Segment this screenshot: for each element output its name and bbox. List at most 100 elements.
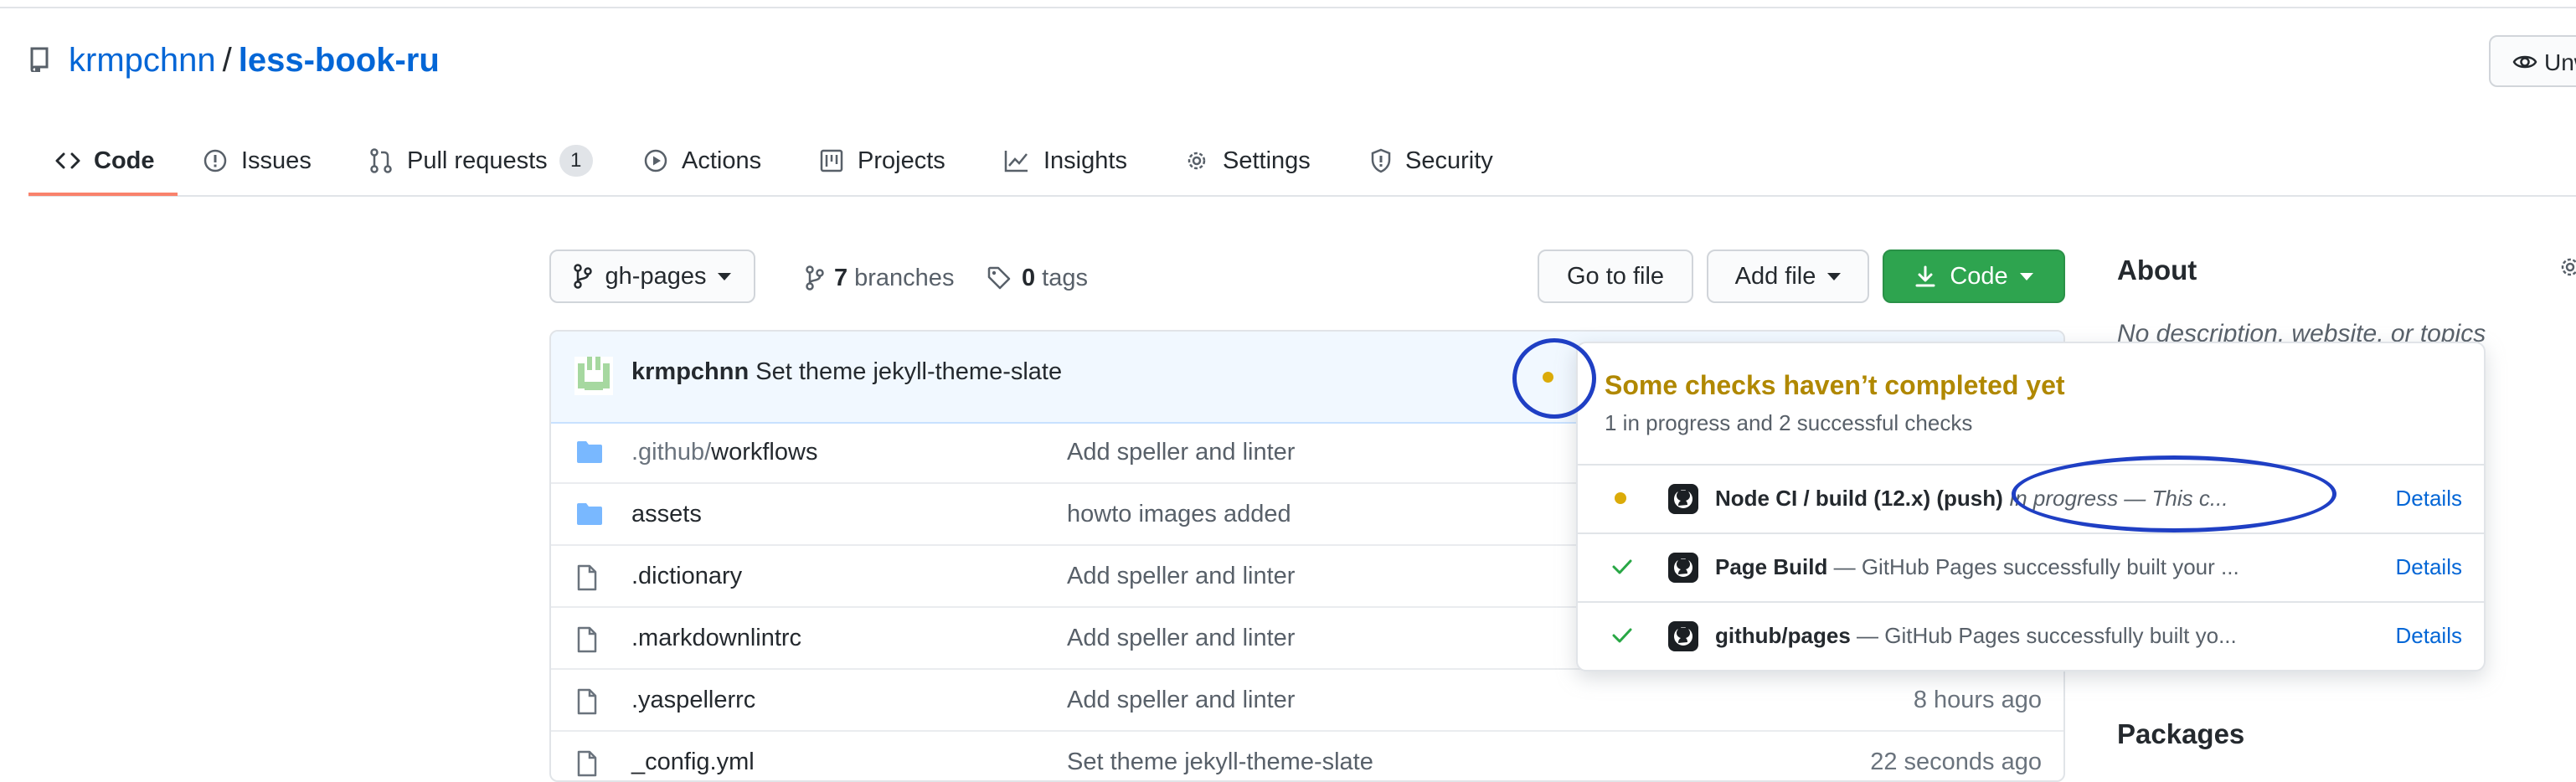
branches-link[interactable]: 7 branches xyxy=(806,251,954,305)
check-separator: — xyxy=(1850,623,1885,648)
repo-title: krmpchnn / less-book-ru xyxy=(69,39,440,82)
file-name: .dictionary xyxy=(631,563,743,589)
add-file-button[interactable]: Add file xyxy=(1707,250,1869,303)
repo-owner-link[interactable]: krmpchnn xyxy=(69,42,216,79)
git-branch-icon xyxy=(806,265,824,291)
file-name-link[interactable]: .github/workflows xyxy=(631,439,817,466)
branches-label: branches xyxy=(854,264,955,291)
folder-icon xyxy=(576,440,603,464)
file-name: workflows xyxy=(711,439,818,466)
eye-icon xyxy=(2512,52,2537,72)
file-icon xyxy=(576,750,598,777)
commit-author[interactable]: krmpchnn xyxy=(631,358,749,385)
header-top-border xyxy=(0,7,2576,8)
file-commit-message[interactable]: Set theme jekyll-theme-slate xyxy=(1067,749,1373,776)
download-icon xyxy=(1914,265,1936,288)
pull-requests-count: 1 xyxy=(559,145,593,177)
tab-label: Code xyxy=(94,147,155,174)
file-name-link[interactable]: _config.yml xyxy=(631,749,755,776)
file-name: .yaspellerrc xyxy=(631,687,756,713)
check-description: GitHub Pages successfully built your ... xyxy=(1861,554,2239,579)
file-commit-message[interactable]: Add speller and linter xyxy=(1067,625,1295,652)
tab-selected-underline xyxy=(28,193,178,196)
file-commit-message[interactable]: Add speller and linter xyxy=(1067,439,1295,466)
about-heading: About xyxy=(2117,255,2197,286)
graph-icon xyxy=(1003,148,1043,173)
file-commit-message[interactable]: Add speller and linter xyxy=(1067,687,1295,714)
tab-label: Pull requests xyxy=(407,147,548,174)
tab-insights[interactable]: Insights xyxy=(1003,126,1127,196)
tags-link[interactable]: 0 tags xyxy=(987,251,1088,305)
file-name-link[interactable]: .yaspellerrc xyxy=(631,687,755,714)
project-icon xyxy=(819,148,858,173)
github-icon xyxy=(1668,553,1698,583)
tab-settings[interactable]: Settings xyxy=(1184,126,1311,196)
tabs-border xyxy=(28,195,2576,197)
table-row[interactable]: _config.yml Set theme jekyll-theme-slate… xyxy=(551,732,2063,780)
git-pull-request-icon xyxy=(368,147,407,174)
branch-name: gh-pages xyxy=(605,262,707,290)
gear-icon[interactable] xyxy=(2558,255,2576,280)
tab-label: Issues xyxy=(241,147,312,174)
watch-label: Unw xyxy=(2544,49,2576,75)
check-item[interactable]: Page Build — GitHub Pages successfully b… xyxy=(1578,534,2484,603)
watch-button[interactable]: Unw xyxy=(2489,35,2576,87)
check-details-link[interactable]: Details xyxy=(2396,486,2462,512)
file-commit-message[interactable]: Add speller and linter xyxy=(1067,563,1295,590)
code-icon xyxy=(55,152,94,170)
file-name: assets xyxy=(631,501,702,527)
file-name-link[interactable]: .dictionary xyxy=(631,563,742,590)
add-file-label: Add file xyxy=(1734,262,1816,290)
file-name: _config.yml xyxy=(631,749,755,775)
file-icon xyxy=(576,564,598,591)
file-commit-message[interactable]: howto images added xyxy=(1067,501,1291,528)
tags-label: tags xyxy=(1042,264,1088,291)
avatar[interactable] xyxy=(574,357,613,395)
annotation-ellipse xyxy=(2012,455,2336,532)
repo-name-link[interactable]: less-book-ru xyxy=(239,42,440,79)
check-text: Page Build — GitHub Pages successfully b… xyxy=(1715,554,2268,580)
tab-actions[interactable]: Actions xyxy=(643,126,761,196)
tab-pull-requests[interactable]: Pull requests 1 xyxy=(368,126,593,196)
gear-icon xyxy=(1184,148,1223,173)
packages-heading: Packages xyxy=(2117,718,2245,749)
check-details-link[interactable]: Details xyxy=(2396,554,2462,580)
branches-count: 7 xyxy=(834,264,848,291)
check-icon xyxy=(1611,558,1633,576)
tab-issues[interactable]: Issues xyxy=(203,126,312,196)
code-button-label: Code xyxy=(1950,262,2008,290)
commit-text: krmpchnn Set theme jekyll-theme-slate xyxy=(631,358,1062,386)
file-name-link[interactable]: .markdownlintrc xyxy=(631,625,801,652)
file-age: 22 seconds ago xyxy=(1870,749,2042,775)
file-name-link[interactable]: assets xyxy=(631,501,702,528)
tab-code[interactable]: Code xyxy=(55,126,155,196)
check-separator: — xyxy=(1827,554,1862,579)
table-row[interactable]: .yaspellerrc Add speller and linter 8 ho… xyxy=(551,670,2063,732)
issue-opened-icon xyxy=(203,148,241,173)
github-icon xyxy=(1668,621,1698,651)
tags-count: 0 xyxy=(1022,264,1036,291)
go-to-file-button[interactable]: Go to file xyxy=(1538,250,1693,303)
repo-separator: / xyxy=(222,42,232,79)
shield-icon xyxy=(1370,148,1405,173)
tab-label: Settings xyxy=(1223,147,1311,174)
check-text: github/pages — GitHub Pages successfully… xyxy=(1715,623,2268,649)
tab-label: Projects xyxy=(858,147,945,174)
code-download-button[interactable]: Code xyxy=(1883,250,2065,303)
annotation-circle xyxy=(1512,338,1596,419)
check-details-link[interactable]: Details xyxy=(2396,623,2462,649)
file-path-prefix: .github/ xyxy=(631,439,712,466)
repo-icon xyxy=(28,47,50,72)
play-icon xyxy=(643,148,682,173)
tab-projects[interactable]: Projects xyxy=(819,126,945,196)
check-item[interactable]: github/pages — GitHub Pages successfully… xyxy=(1578,603,2484,670)
file-name: .markdownlintrc xyxy=(631,625,802,651)
check-icon xyxy=(1611,626,1633,645)
tab-security[interactable]: Security xyxy=(1370,126,1493,196)
file-icon xyxy=(576,688,598,715)
branch-select-button[interactable]: gh-pages xyxy=(549,250,755,303)
check-description: GitHub Pages successfully built yo... xyxy=(1884,623,2237,648)
chevron-down-icon xyxy=(2019,272,2033,280)
commit-message[interactable]: Set theme jekyll-theme-slate xyxy=(755,358,1062,385)
check-name: Node CI / build (12.x) (push) xyxy=(1715,486,2003,511)
